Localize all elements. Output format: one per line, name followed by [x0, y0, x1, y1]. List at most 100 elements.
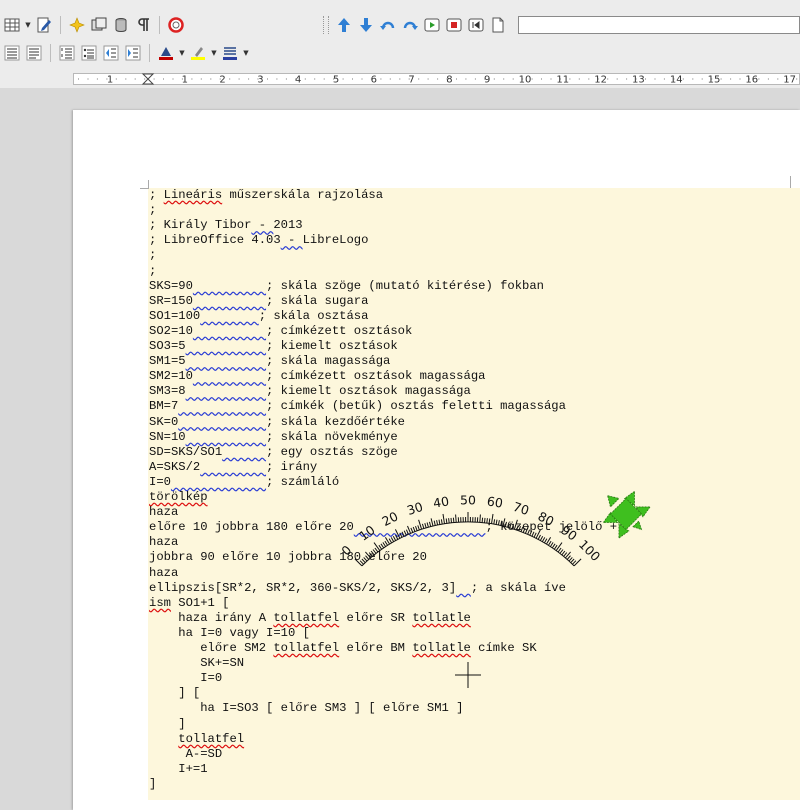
- align-center-justify-icon[interactable]: [24, 43, 44, 63]
- code-line[interactable]: ] [: [149, 686, 200, 701]
- numbering-icon[interactable]: [57, 43, 77, 63]
- navigator-star-icon[interactable]: [67, 15, 87, 35]
- code-line[interactable]: ;: [149, 248, 156, 263]
- code-line[interactable]: A-=SD: [149, 747, 222, 762]
- code-line[interactable]: előre SM2 tollatfel előre BM tollatle cí…: [149, 641, 537, 656]
- ruler-tick: [607, 79, 608, 80]
- ruler-label: 1: [182, 75, 188, 86]
- ruler-tick: [191, 79, 192, 80]
- code-line[interactable]: ;: [149, 264, 156, 279]
- stop-icon[interactable]: [444, 15, 464, 35]
- code-text: jobbra 90 előre 10 jobbra 180 előre 20: [149, 550, 427, 564]
- ruler-tick: [569, 79, 570, 80]
- bullets-icon[interactable]: [79, 43, 99, 63]
- gallery-icon[interactable]: [89, 15, 109, 35]
- home-icon[interactable]: [466, 15, 486, 35]
- data-sources-icon[interactable]: [111, 15, 131, 35]
- code-line[interactable]: ; LibreOffice 4.03 - LibreLogo: [149, 233, 368, 248]
- code-line[interactable]: SM1=5 ; skála magassága: [149, 354, 390, 369]
- code-line[interactable]: haza: [149, 505, 178, 520]
- formatting-marks-icon[interactable]: [133, 15, 153, 35]
- code-line[interactable]: I=0 ; számláló: [149, 475, 339, 490]
- code-line[interactable]: ;: [149, 203, 156, 218]
- code-line[interactable]: SKS=90 ; skála szöge (mutató kitérése) f…: [149, 279, 544, 294]
- toolbar-grip[interactable]: [323, 16, 329, 34]
- code-line[interactable]: SO2=10 ; címkézett osztások: [149, 324, 412, 339]
- code-line[interactable]: ha I=0 vagy I=10 [: [149, 626, 310, 641]
- align-justify-icon[interactable]: [2, 43, 22, 63]
- ruler-tick: [617, 79, 618, 80]
- code-text: SN=10: [149, 430, 186, 444]
- rotate-right-icon[interactable]: [400, 15, 420, 35]
- code-line[interactable]: ]: [149, 777, 156, 792]
- rotate-left-icon[interactable]: [378, 15, 398, 35]
- ruler-tick: [286, 79, 287, 80]
- code-line[interactable]: törölkép: [149, 490, 208, 505]
- code-line[interactable]: SO3=5 ; kiemelt osztások: [149, 339, 398, 354]
- code-line[interactable]: ; Lineáris műszerskála rajzolása: [149, 188, 383, 203]
- ruler-tick: [343, 79, 344, 80]
- ruler-tick: [447, 79, 448, 80]
- code-line[interactable]: SR=150 ; skála sugara: [149, 294, 368, 309]
- code-line[interactable]: SO1=100 ; skála osztása: [149, 309, 368, 324]
- code-line[interactable]: haza: [149, 535, 178, 550]
- clear-screen-icon[interactable]: [488, 15, 508, 35]
- arrow-down-icon[interactable]: [356, 15, 376, 35]
- highlighting-dropdown-icon[interactable]: ▼: [210, 43, 218, 63]
- code-line[interactable]: haza irány A tollatfel előre SR tollatle: [149, 611, 471, 626]
- code-text: haza: [149, 505, 178, 519]
- code-line[interactable]: A=SKS/2 ; irány: [149, 460, 317, 475]
- code-line[interactable]: BM=7 ; címkék (betűk) osztás feletti mag…: [149, 399, 566, 414]
- code-line[interactable]: előre 10 jobbra 180 előre 20 ; közepet j…: [149, 520, 617, 535]
- code-line[interactable]: ]: [149, 717, 186, 732]
- background-color-icon[interactable]: [220, 43, 240, 63]
- table-dropdown-icon[interactable]: ▼: [24, 15, 32, 35]
- ruler-tick: [692, 79, 693, 80]
- code-text: SD=SKS/SO1: [149, 445, 222, 459]
- ruler-tick: [258, 79, 259, 80]
- ruler-tick: [683, 79, 684, 80]
- ruler-tick: [664, 79, 665, 80]
- code-line[interactable]: SM2=10 ; címkézett osztások magassága: [149, 369, 485, 384]
- code-line[interactable]: I=0: [149, 671, 222, 686]
- code-text: ]: [149, 717, 186, 731]
- increase-indent-icon[interactable]: [123, 43, 143, 63]
- background-color-dropdown-icon[interactable]: ▼: [242, 43, 250, 63]
- decrease-indent-icon[interactable]: [101, 43, 121, 63]
- code-line[interactable]: SM3=8 ; kiemelt osztások magassága: [149, 384, 471, 399]
- code-text: ;: [149, 203, 156, 217]
- ruler-tick: [201, 79, 202, 80]
- font-color-dropdown-icon[interactable]: ▼: [178, 43, 186, 63]
- code-text: A-=SD: [149, 747, 222, 761]
- code-line[interactable]: haza: [149, 566, 178, 581]
- run-icon[interactable]: [422, 15, 442, 35]
- command-input[interactable]: [518, 16, 800, 34]
- arrow-up-icon[interactable]: [334, 15, 354, 35]
- ruler-tick: [333, 79, 334, 80]
- ruler-tick: [182, 79, 183, 80]
- code-line[interactable]: SD=SKS/SO1 ; egy osztás szöge: [149, 445, 398, 460]
- code-line[interactable]: SK=0 ; skála kezdőértéke: [149, 415, 405, 430]
- code-line[interactable]: tollatfel: [149, 732, 244, 747]
- ruler-label: 6: [371, 75, 377, 86]
- code-line[interactable]: ism SO1+1 [: [149, 596, 229, 611]
- ruler-tick: [352, 79, 353, 80]
- edit-document-icon[interactable]: [34, 15, 54, 35]
- code-line[interactable]: ha I=SO3 [ előre SM3 ] [ előre SM1 ]: [149, 701, 464, 716]
- help-lifebuoy-icon[interactable]: [166, 15, 186, 35]
- highlighting-icon[interactable]: [188, 43, 208, 63]
- ruler-tick: [541, 79, 542, 80]
- ruler-tick: [588, 79, 589, 80]
- font-color-icon[interactable]: [156, 43, 176, 63]
- code-line[interactable]: I+=1: [149, 762, 208, 777]
- horizontal-ruler[interactable]: 11234567891011121314151617: [0, 70, 800, 89]
- table-icon[interactable]: [2, 15, 22, 35]
- code-line[interactable]: jobbra 90 előre 10 jobbra 180 előre 20: [149, 550, 427, 565]
- code-line[interactable]: ; Király Tibor - 2013: [149, 218, 303, 233]
- code-line[interactable]: SN=10 ; skála növekménye: [149, 430, 398, 445]
- code-text: ha I=SO3 [ előre SM3 ] [ előre SM1 ]: [149, 701, 464, 715]
- code-line[interactable]: ellipszis[SR*2, SR*2, 360-SKS/2, SKS/2, …: [149, 581, 566, 596]
- ruler-tick: [787, 79, 788, 80]
- code-line[interactable]: SK+=SN: [149, 656, 244, 671]
- code-text: ; Király Tibor: [149, 218, 251, 232]
